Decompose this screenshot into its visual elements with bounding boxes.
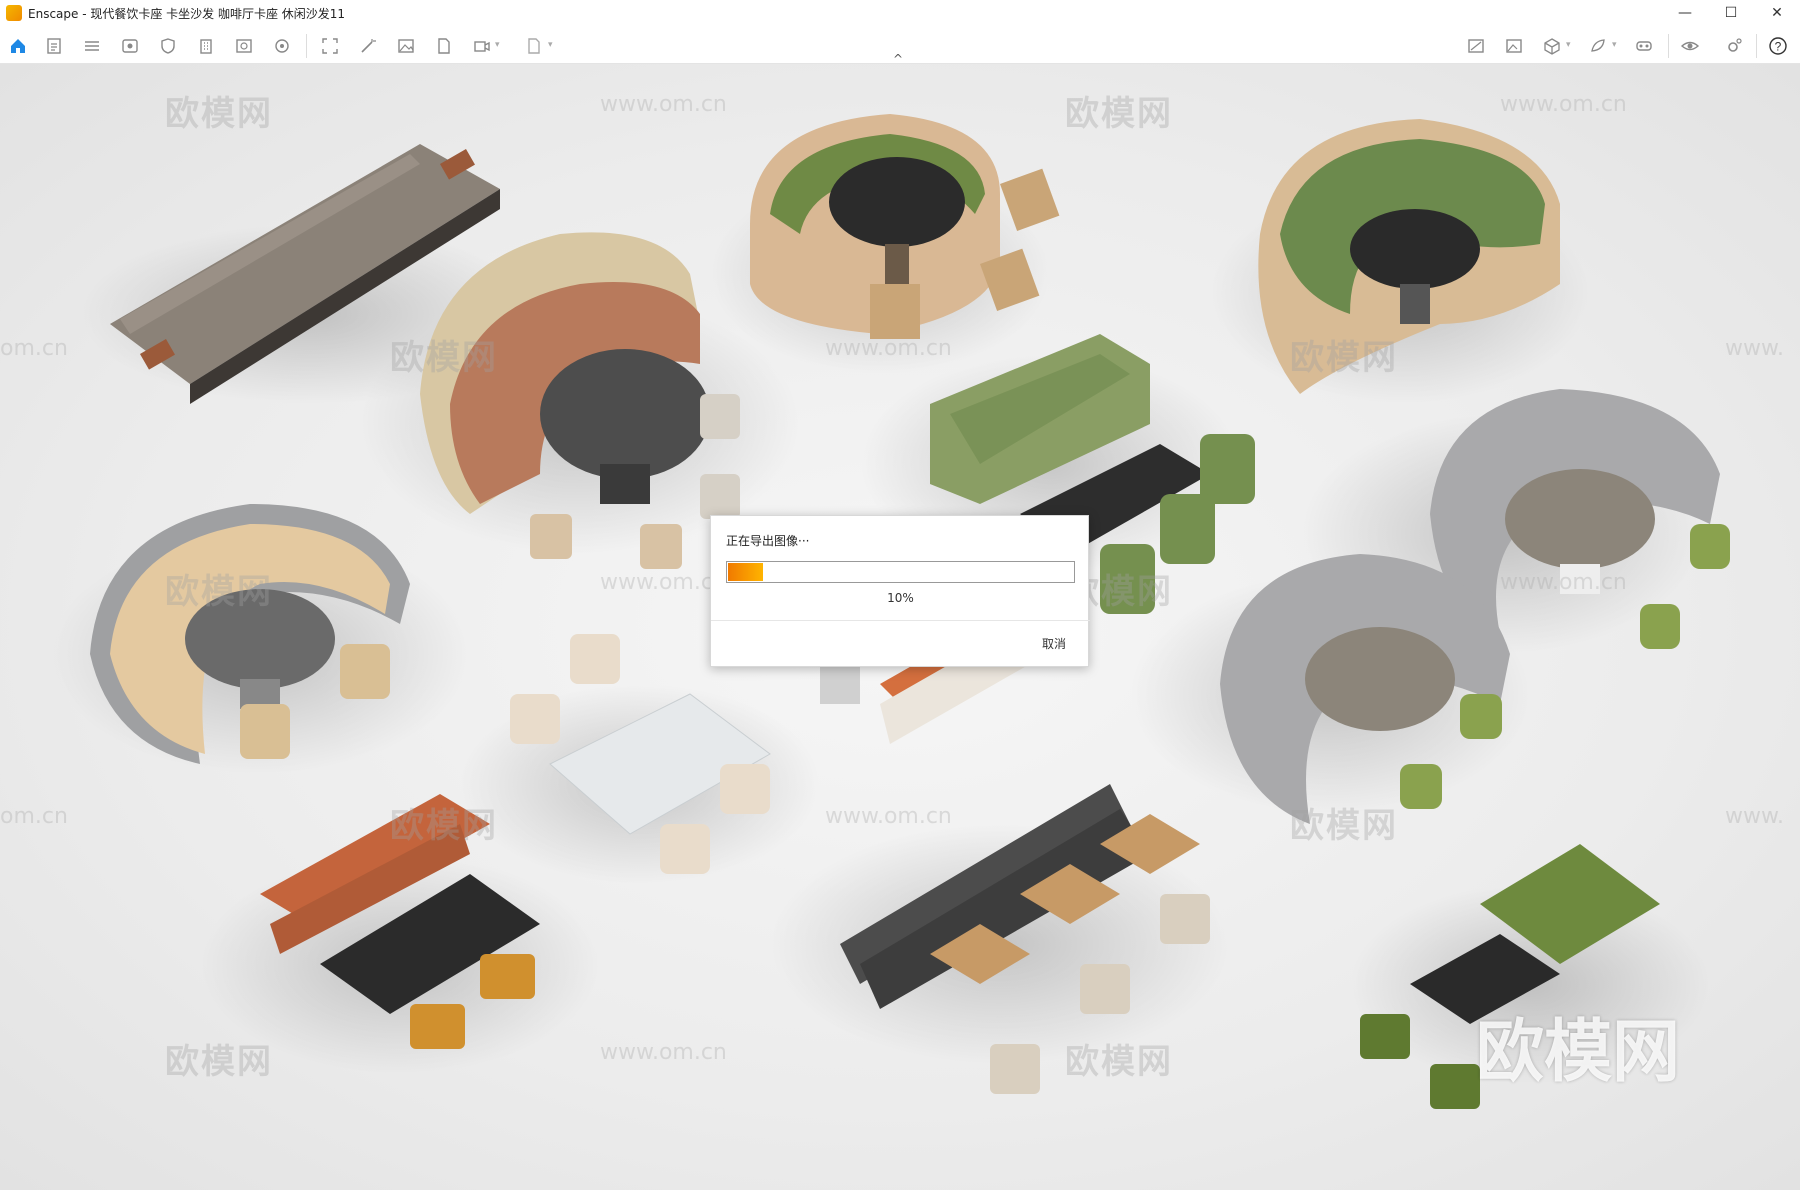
watermark-brand: 欧模网: [165, 94, 273, 134]
watermark-brand: 欧模网: [1065, 1042, 1173, 1082]
home-icon[interactable]: [8, 36, 28, 56]
window-controls: — ☐ ✕: [1662, 0, 1800, 26]
title-bar: Enscape - 现代餐饮卡座 卡坐沙发 咖啡厅卡座 休闲沙发11 — ☐ ✕: [0, 0, 1800, 26]
chevron-down-icon[interactable]: ▾: [548, 40, 553, 50]
image-icon[interactable]: [396, 36, 416, 56]
export-progress-dialog: 正在导出图像··· 10% 取消: [710, 515, 1090, 667]
watermark-brand: 欧模网: [1065, 94, 1173, 134]
view-icon[interactable]: [120, 36, 140, 56]
watermark-brand: 欧模网: [390, 338, 498, 378]
window-title: Enscape - 现代餐饮卡座 卡坐沙发 咖啡厅卡座 休闲沙发11: [28, 6, 346, 21]
bim-icon[interactable]: [82, 36, 102, 56]
watermark-url: www.: [1725, 804, 1784, 829]
watermark-url: www.om.cn: [1500, 92, 1627, 117]
watermark-brand: 欧模网: [165, 1042, 273, 1082]
batch-export-icon[interactable]: [524, 36, 544, 56]
watermark-brand: 欧模网: [390, 806, 498, 846]
close-button[interactable]: ✕: [1754, 0, 1800, 26]
toolbar-separator: [306, 34, 307, 58]
toolbar-separator: [1756, 34, 1757, 58]
watermark-url: www.om.cn: [600, 92, 727, 117]
dialog-title: 正在导出图像···: [726, 534, 810, 548]
screenshot-icon[interactable]: [1466, 36, 1486, 56]
watermark-url: www.om.cn: [600, 1040, 727, 1065]
eye-icon[interactable]: [1680, 36, 1700, 56]
gear-icon[interactable]: [1724, 36, 1744, 56]
watermark-url: www.om.cn: [825, 804, 952, 829]
enscape-logo-icon: [6, 5, 22, 21]
watermark-url: www.om.cn: [1500, 570, 1627, 595]
shield-icon[interactable]: [158, 36, 178, 56]
watermark-url: www.om.cn: [600, 570, 727, 595]
cancel-button[interactable]: 取消: [1042, 635, 1066, 652]
watermark-url: om.cn: [0, 804, 68, 829]
grey-round-booth-2: [1130, 554, 1530, 824]
dialog-divider: [711, 620, 1090, 621]
screenshot-frame-icon[interactable]: [320, 36, 340, 56]
toolbar-separator: [1668, 34, 1669, 58]
progress-bar-fill: [728, 563, 763, 581]
green-round-booth-2: [1210, 119, 1590, 404]
material-icon[interactable]: [1588, 36, 1608, 56]
beige-round-booth: [50, 504, 470, 774]
progress-percent: 10%: [887, 591, 914, 605]
progress-bar: [726, 561, 1075, 583]
settings-wheel-icon[interactable]: [272, 36, 292, 56]
watermark-url: www.: [1725, 336, 1784, 361]
watermark-brand: 欧模网: [1290, 338, 1398, 378]
vr-headset-icon[interactable]: [1634, 36, 1654, 56]
glass-dining-set: [460, 634, 820, 884]
export-file-icon[interactable]: [434, 36, 454, 56]
3d-box-icon[interactable]: [1542, 36, 1562, 56]
chevron-down-icon[interactable]: ▾: [495, 40, 500, 50]
watermark-brand: 欧模网: [1290, 806, 1398, 846]
building-icon[interactable]: [196, 36, 216, 56]
help-icon[interactable]: ?: [1768, 36, 1788, 56]
watermark-brand: 欧模网: [165, 572, 273, 612]
maximize-button[interactable]: ☐: [1708, 0, 1754, 26]
video-icon[interactable]: [472, 36, 492, 56]
chevron-down-icon[interactable]: ▾: [1612, 40, 1617, 50]
render-image-icon[interactable]: [1504, 36, 1524, 56]
new-icon[interactable]: [44, 36, 64, 56]
svg-text:?: ?: [1775, 40, 1782, 54]
watermark-url: om.cn: [0, 336, 68, 361]
asset-library-icon[interactable]: [234, 36, 254, 56]
watermark-url: www.om.cn: [825, 336, 952, 361]
watermark-brand-large: 欧模网: [1476, 1013, 1681, 1092]
magic-wand-icon[interactable]: [358, 36, 378, 56]
chevron-down-icon[interactable]: ▾: [1566, 40, 1571, 50]
minimize-button[interactable]: —: [1662, 0, 1708, 26]
